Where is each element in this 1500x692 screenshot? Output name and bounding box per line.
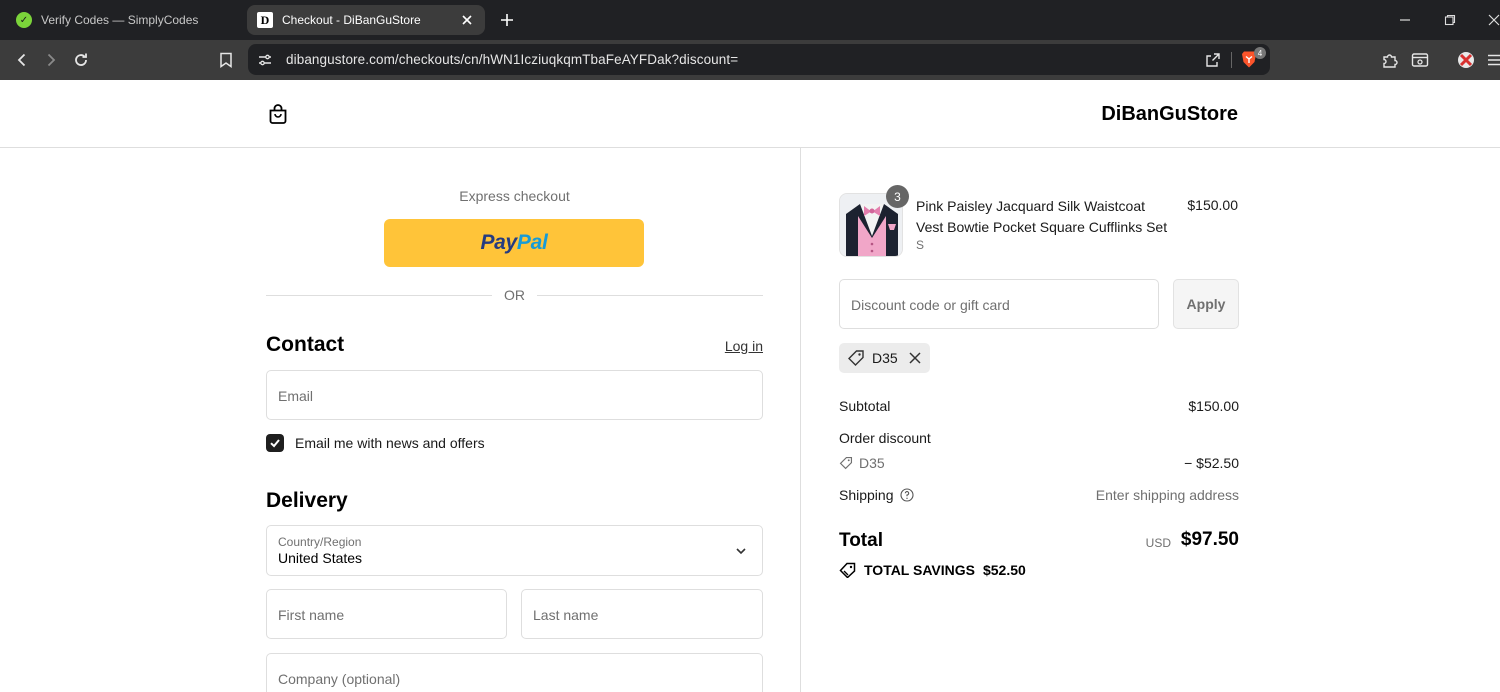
help-icon[interactable] xyxy=(899,488,914,502)
dibangustore-favicon-icon: D xyxy=(257,12,273,28)
log-in-link[interactable]: Log in xyxy=(725,338,763,354)
total-savings: TOTAL SAVINGS $52.50 xyxy=(839,562,1026,578)
newsletter-label: Email me with news and offers xyxy=(295,435,485,451)
or-label: OR xyxy=(504,287,525,303)
discount-placeholder: Discount code or gift card xyxy=(851,297,1010,313)
discount-value: − $52.50 xyxy=(1184,455,1239,471)
applied-discount-chip: D35 xyxy=(839,343,930,373)
or-divider: OR xyxy=(266,286,763,306)
tag-icon xyxy=(839,456,853,470)
profile-avatar-icon[interactable] xyxy=(1456,50,1476,70)
back-icon[interactable] xyxy=(12,50,32,70)
discount-code-field[interactable]: Discount code or gift card xyxy=(839,279,1159,329)
tab-simplycodes[interactable]: ✓ Verify Codes — SimplyCodes xyxy=(6,5,242,35)
paypal-logo-part2: Pal xyxy=(516,231,548,254)
country-select[interactable]: Country/Region United States xyxy=(266,525,763,576)
total-row: Total USD $97.50 xyxy=(839,528,1239,554)
express-checkout-label: Express checkout xyxy=(459,188,570,204)
company-placeholder: Company (optional) xyxy=(278,671,401,687)
checkmark-icon xyxy=(270,439,280,448)
shields-count-badge: 4 xyxy=(1254,47,1266,59)
shipping-line: Shipping xyxy=(839,487,914,503)
total-value: $97.50 xyxy=(1180,529,1239,550)
site-settings-icon[interactable] xyxy=(257,52,273,73)
paypal-logo-part1: Pay xyxy=(480,231,517,254)
url-text[interactable]: dibangustore.com/checkouts/cn/hWN1Iczi​u… xyxy=(286,52,738,67)
order-summary: 3 Pink Paisley Jacquard Silk Waistcoat V… xyxy=(801,148,1500,692)
product-name: Pink Paisley Jacquard Silk Waistcoat Ves… xyxy=(916,198,1168,235)
email-field[interactable]: Email xyxy=(266,370,763,420)
savings-value: $52.50 xyxy=(982,562,1026,578)
shipping-row: Shipping Enter shipping address xyxy=(839,487,1239,507)
shopping-bag-icon[interactable] xyxy=(266,102,290,126)
close-window-icon[interactable] xyxy=(1484,10,1500,30)
tab-title: Verify Codes — SimplyCodes xyxy=(41,13,199,27)
share-icon[interactable] xyxy=(1205,52,1221,73)
bookmark-icon[interactable] xyxy=(216,50,236,70)
contact-heading: Contact xyxy=(266,333,345,356)
store-name[interactable]: DiBanGuStore xyxy=(1101,103,1238,126)
order-discount-label: Order discount xyxy=(839,430,931,446)
apply-button[interactable]: Apply xyxy=(1173,279,1239,329)
shipping-label: Shipping xyxy=(839,487,894,503)
wallet-icon[interactable] xyxy=(1410,50,1430,70)
address-bar-divider xyxy=(1231,52,1232,68)
discount-code-name: D35 xyxy=(859,455,885,471)
reload-icon[interactable] xyxy=(71,50,91,70)
email-placeholder: Email xyxy=(278,388,314,404)
store-header: DiBanGuStore xyxy=(0,80,1500,148)
menu-icon[interactable] xyxy=(1484,50,1500,70)
savings-label: TOTAL SAVINGS xyxy=(864,562,975,578)
last-name-field[interactable]: Last name xyxy=(521,589,763,639)
restore-icon[interactable] xyxy=(1440,10,1460,30)
tag-icon xyxy=(848,350,864,366)
total-currency: USD xyxy=(1145,536,1171,550)
checkout-form: Express checkout Pay Pal OR Contact Log i… xyxy=(0,148,800,692)
newsletter-option[interactable]: Email me with news and offers xyxy=(266,434,485,452)
delivery-heading: Delivery xyxy=(266,489,348,512)
tab-checkout[interactable]: D Checkout - DiBanGuStore xyxy=(247,5,485,35)
discount-code-row: D35 − $52.50 xyxy=(839,455,1239,475)
savings-tag-icon xyxy=(839,562,856,578)
shipping-value: Enter shipping address xyxy=(1095,487,1239,503)
new-tab-icon[interactable] xyxy=(497,10,517,30)
applied-code-label: D35 xyxy=(872,350,898,366)
address-bar[interactable]: dibangustore.com/checkouts/cn/hWN1Iczi​u… xyxy=(248,44,1270,75)
forward-icon[interactable] xyxy=(41,50,61,70)
minimize-icon[interactable] xyxy=(1395,10,1415,30)
newsletter-checkbox[interactable] xyxy=(266,434,284,452)
company-field[interactable]: Company (optional) xyxy=(266,653,763,692)
subtotal-value: $150.00 xyxy=(1188,398,1239,414)
paypal-button[interactable]: Pay Pal xyxy=(384,219,644,267)
simplycodes-favicon-icon: ✓ xyxy=(16,12,32,28)
discount-code-line: D35 xyxy=(839,455,885,471)
remove-discount-icon[interactable] xyxy=(908,351,922,365)
last-name-placeholder: Last name xyxy=(533,607,599,623)
subtotal-label: Subtotal xyxy=(839,398,891,414)
quantity-badge: 3 xyxy=(886,185,909,208)
first-name-field[interactable]: First name xyxy=(266,589,507,639)
total-label: Total xyxy=(839,530,883,551)
subtotal-row: Subtotal $150.00 xyxy=(839,398,1239,418)
first-name-placeholder: First name xyxy=(278,607,345,623)
product-variant: S xyxy=(916,238,925,252)
close-tab-icon[interactable] xyxy=(459,12,475,28)
browser-tab-bar: ✓ Verify Codes — SimplyCodes D Checkout … xyxy=(0,0,1500,40)
chevron-down-icon xyxy=(736,548,746,555)
country-label: Country/Region xyxy=(278,535,362,549)
product-price: $150.00 xyxy=(1187,197,1238,213)
country-value: United States xyxy=(278,550,363,566)
extensions-icon[interactable] xyxy=(1380,50,1400,70)
tab-title: Checkout - DiBanGuStore xyxy=(282,13,421,27)
order-discount-row: Order discount xyxy=(839,430,1239,450)
